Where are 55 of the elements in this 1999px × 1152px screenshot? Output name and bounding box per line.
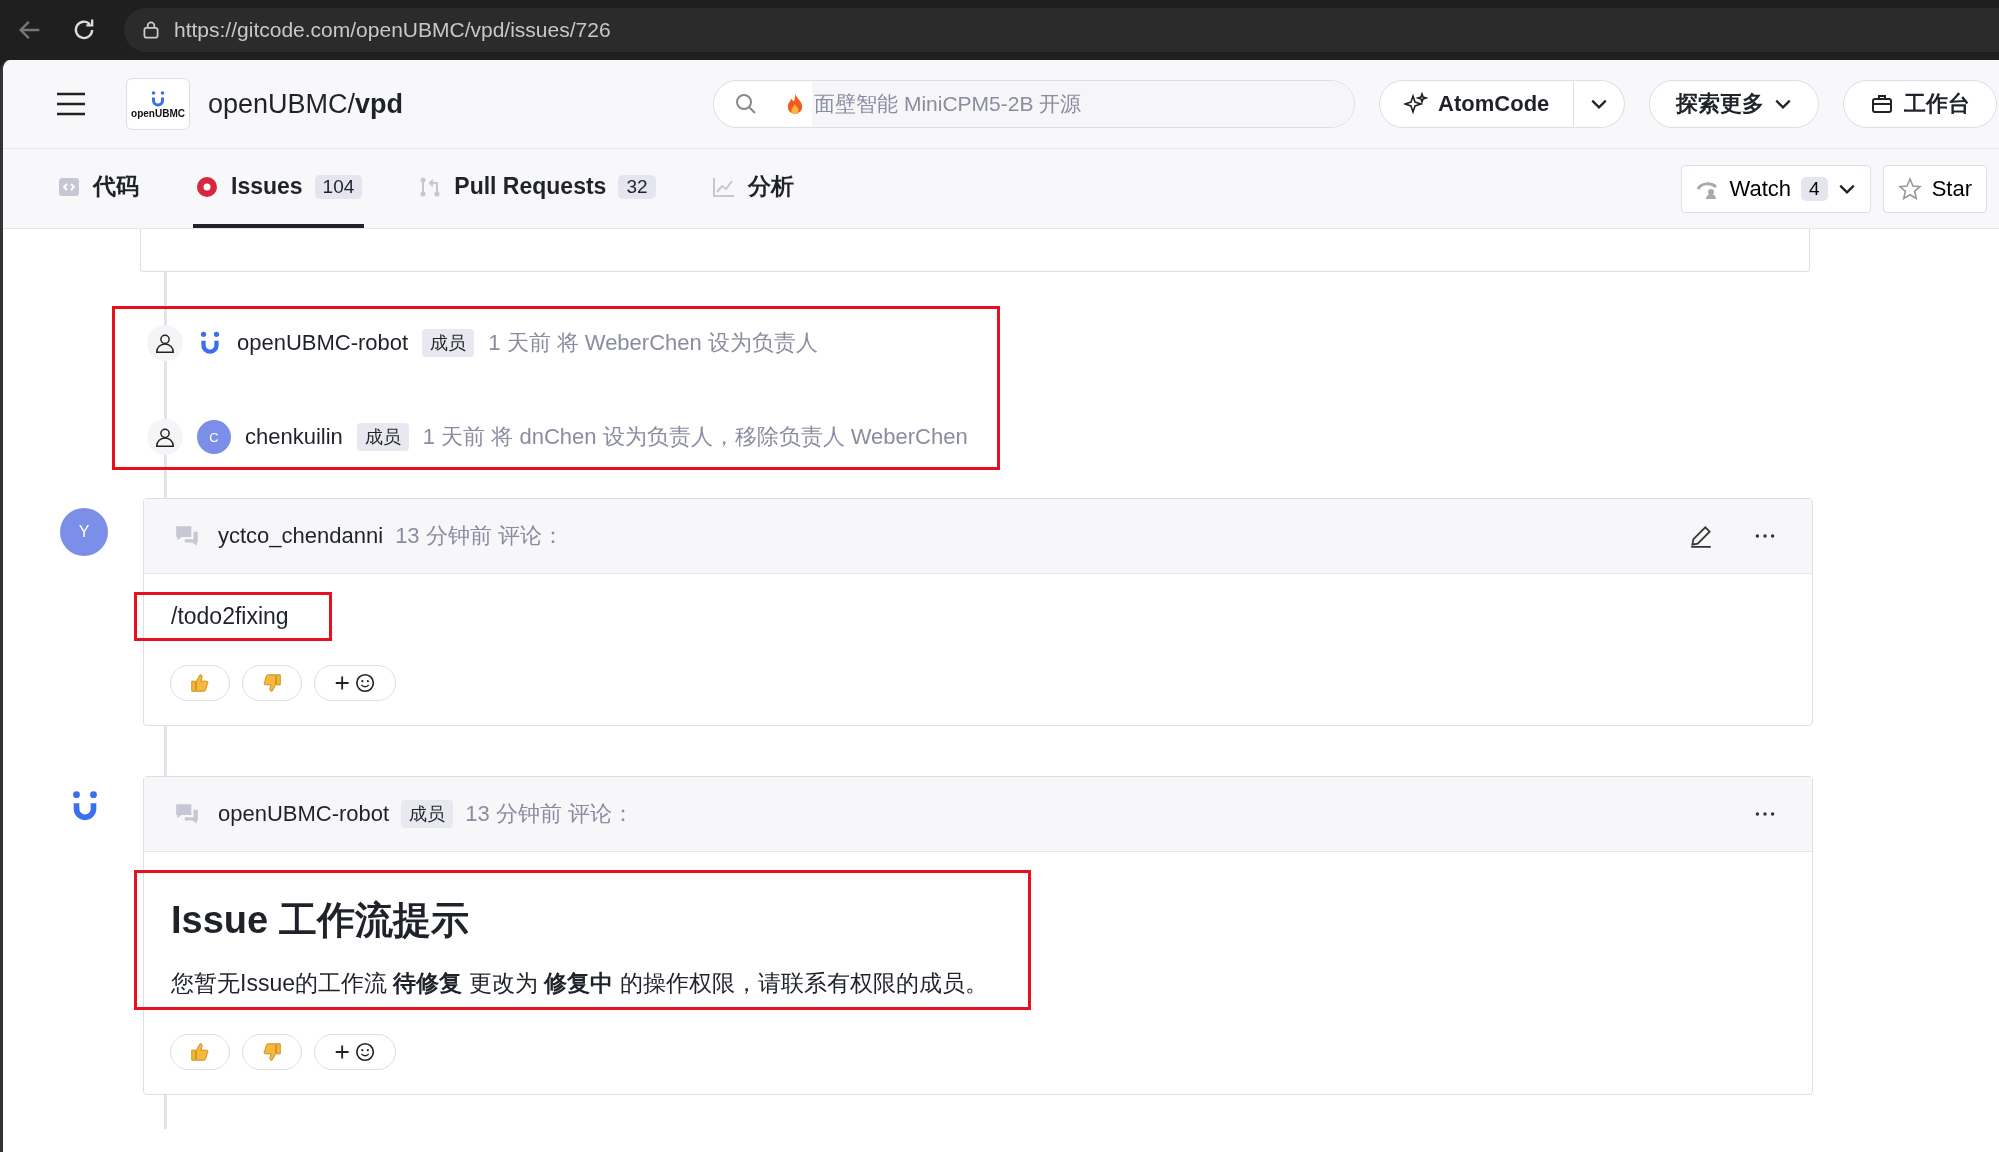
explore-more-button[interactable]: 探索更多	[1649, 80, 1820, 128]
dropdown-button[interactable]	[1574, 80, 1626, 128]
chat-icon	[174, 801, 200, 827]
repo-title[interactable]: openUBMC/vpd	[208, 88, 404, 120]
role-badge: 成员	[356, 423, 409, 451]
edit-icon[interactable]	[1688, 523, 1714, 549]
role-badge: 成员	[422, 329, 475, 357]
user-name[interactable]: yctco_chendanni	[218, 523, 384, 549]
thumbs-down-icon	[261, 1041, 283, 1063]
star-icon	[1897, 176, 1922, 201]
add-reaction-button[interactable]	[314, 1034, 396, 1070]
role-badge: 成员	[401, 800, 454, 828]
thumbs-up-button[interactable]	[170, 1034, 230, 1070]
workbench-button[interactable]: 工作台	[1843, 80, 1998, 128]
person-icon	[147, 419, 183, 455]
event-text: 1 天前 将 dnChen 设为负责人，移除负责人 WeberChen	[422, 423, 968, 451]
plus-smiley-icon	[333, 1041, 377, 1063]
star-button[interactable]: Star	[1882, 164, 1987, 213]
person-icon	[147, 325, 183, 361]
comment-time: 13 分钟前 评论：	[395, 522, 564, 550]
add-reaction-button[interactable]	[314, 665, 396, 701]
thumbs-up-icon	[189, 1041, 211, 1063]
comment-time: 13 分钟前 评论：	[465, 800, 634, 828]
logo-mark-icon	[149, 89, 167, 108]
address-bar[interactable]: https://gitcode.com/openUBMC/vpd/issues/726	[124, 8, 1999, 52]
chat-icon	[174, 523, 200, 549]
comment-text: 您暂无Issue的工作流 待修复 更改为 修复中 的操作权限，请联系有权限的成员。	[171, 969, 988, 998]
thumbs-down-button[interactable]	[242, 665, 302, 701]
briefcase-icon	[1870, 92, 1895, 116]
comment-text: /todo2fixing	[171, 603, 289, 630]
issue-icon	[195, 174, 219, 199]
user-name[interactable]: openUBMC-robot	[218, 801, 390, 827]
sparkle-icon	[1404, 92, 1429, 116]
flame-icon	[786, 93, 805, 115]
repo-tab[interactable]: 代码	[55, 149, 141, 228]
user-name[interactable]: chenkuilin	[245, 424, 343, 450]
chevron-down-icon	[1774, 98, 1793, 110]
atomcode-button[interactable]: AtomCode	[1379, 80, 1575, 128]
thumbs-down-button[interactable]	[242, 1034, 302, 1070]
watch-button[interactable]: Watch 4	[1680, 164, 1871, 213]
comment-heading: Issue 工作流提示	[171, 898, 470, 943]
plus-smiley-icon	[333, 672, 377, 694]
user-name[interactable]: openUBMC-robot	[237, 330, 409, 356]
repo-tab[interactable]: Pull Requests 32	[416, 149, 658, 228]
menu-icon[interactable]	[56, 92, 86, 116]
thumbs-up-icon	[189, 672, 211, 694]
logo-caption: openUBMC	[131, 107, 185, 119]
thumbs-down-icon	[261, 672, 283, 694]
search-field[interactable]: 面壁智能 MiniCPM5-2B 开源	[713, 80, 1356, 128]
chevron-down-icon	[1837, 182, 1856, 195]
event-text: 1 天前 将 WeberChen 设为负责人	[488, 329, 818, 357]
repo-tab[interactable]: 分析	[709, 149, 796, 228]
thumbs-up-button[interactable]	[170, 665, 230, 701]
chevron-down-icon	[1590, 98, 1609, 110]
repo-logo[interactable]: openUBMC	[126, 78, 190, 130]
